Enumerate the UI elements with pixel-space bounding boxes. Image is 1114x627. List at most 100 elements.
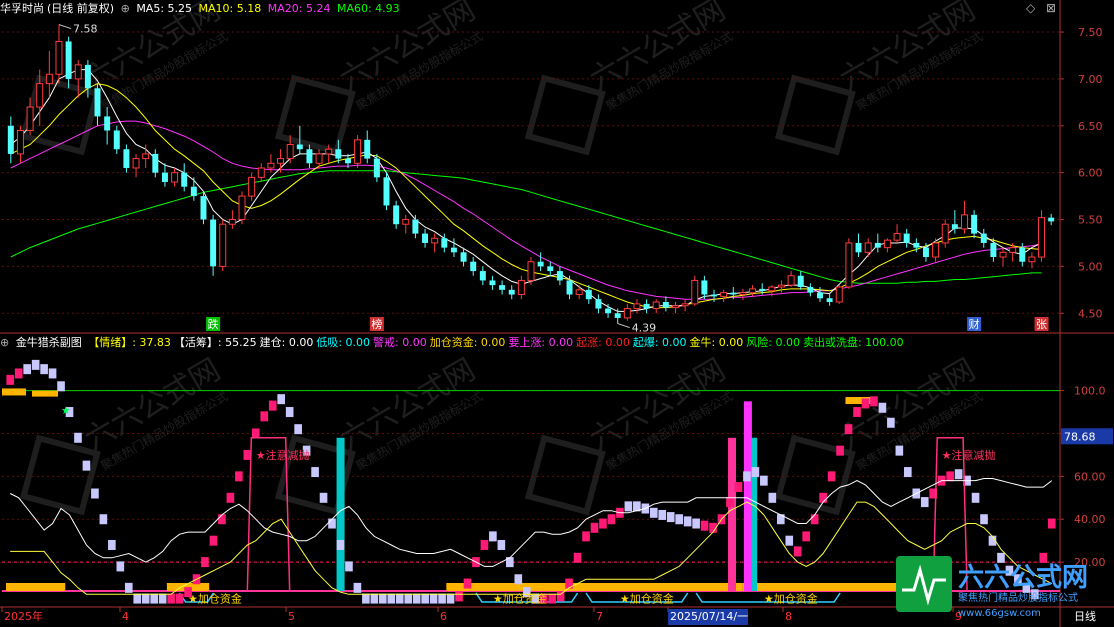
step-block — [497, 539, 506, 550]
step-block — [844, 424, 853, 435]
candle-body-down — [383, 177, 390, 206]
candle-body-up — [325, 148, 333, 155]
gear-icon[interactable]: ⊕ — [0, 336, 9, 349]
step-block — [429, 593, 438, 604]
close-icon[interactable]: ⊠ — [1046, 1, 1056, 15]
step-block — [853, 407, 861, 418]
step-block — [99, 514, 108, 525]
step-block — [675, 514, 683, 525]
step-block — [201, 557, 209, 568]
step-block — [683, 516, 692, 527]
last-value-label: 78.68 — [1064, 430, 1096, 443]
step-block — [666, 512, 675, 523]
candle-body-up — [132, 158, 140, 169]
step-block — [116, 561, 125, 572]
candle-body-up — [623, 308, 631, 319]
signal-text: ★加仓资金 — [764, 592, 818, 606]
candle-body-up — [999, 251, 1007, 258]
candle-body-up — [354, 139, 362, 164]
step-block — [548, 593, 556, 604]
step-block — [624, 501, 633, 512]
candle-body-up — [55, 40, 63, 75]
step-block — [920, 497, 929, 508]
step-block — [412, 593, 421, 604]
candle-body-down — [614, 313, 621, 318]
y-tick-label: 4.50 — [1078, 307, 1103, 320]
step-block — [980, 514, 988, 525]
step-block — [954, 469, 963, 480]
candle-body-down — [441, 238, 448, 248]
candle-body-up — [893, 233, 901, 241]
step-block — [734, 482, 743, 493]
y-tick-label: 5.00 — [1078, 260, 1103, 273]
ma5-label: MA5: 5.25 — [136, 2, 193, 15]
candle-body-up — [681, 303, 689, 307]
step-block — [421, 593, 429, 604]
candle-body-up — [652, 301, 660, 310]
candle-body-up — [431, 237, 439, 244]
chart-root: 六六公式网 聚焦热门精品炒股指标公式 六六公式网 聚焦热门精品炒股指标公式 六六公式网聚… — [0, 0, 1114, 627]
step-block — [455, 591, 463, 602]
step-block — [997, 552, 1005, 563]
x-tick-label: 5 — [288, 610, 295, 623]
candle-body-up — [777, 284, 785, 288]
candle-body-down — [306, 149, 313, 164]
candle-body-down — [1019, 247, 1026, 262]
candle-body-down — [470, 261, 477, 272]
event-marker-label: 张 — [1036, 318, 1047, 331]
step-block — [243, 449, 252, 460]
sub-y-tick-label: 60.00 — [1074, 470, 1106, 483]
candle-body-down — [797, 275, 804, 288]
indicator-value: 低吸: 0.00 — [316, 336, 371, 349]
event-marker-label: 榜 — [371, 317, 382, 331]
step-block — [607, 514, 616, 525]
step-block — [82, 460, 91, 471]
candle-body-down — [903, 233, 910, 243]
step-block — [319, 492, 328, 503]
signal-text: ★注意减抛 — [256, 448, 310, 462]
sub-header: ⊕ 金牛猎杀副图 【情绪】: 37.83 【活筹】: 55.25 建仓: 0.00 低… — [0, 334, 910, 352]
period-tag: 日线 — [1074, 609, 1096, 623]
candle-body-down — [711, 294, 718, 297]
indicator-title[interactable]: 金牛猎杀副图 — [16, 336, 82, 349]
step-block — [700, 520, 709, 531]
signal-star: ★ — [61, 404, 71, 417]
high-annotation: 7.58 — [73, 23, 98, 36]
step-block — [336, 539, 345, 550]
diamond-icon[interactable]: ◇ — [1026, 1, 1035, 15]
candle-body-down — [152, 153, 159, 173]
step-block — [760, 475, 768, 486]
kline-chart[interactable]: 六六公式网聚焦热门精品炒股指标公式 六六公式网聚焦热门精品炒股指标公式 六六公式网聚… — [0, 0, 1114, 627]
candle-body-up — [633, 303, 641, 310]
step-block — [404, 593, 413, 604]
candle-body-up — [527, 261, 535, 281]
candle-body-up — [219, 223, 227, 267]
candle-body-up — [248, 176, 256, 197]
step-block — [395, 593, 404, 604]
main-header: 华孚时尚 (日线 前复权) ⊕ MA5: 5.25 MA10: 5.18 MA20… — [0, 0, 403, 18]
step-block — [353, 582, 362, 593]
step-block — [438, 593, 446, 604]
x-tick-label: 6 — [440, 610, 447, 623]
step-block — [480, 539, 489, 550]
step-block — [1039, 552, 1048, 563]
step-block — [209, 535, 218, 546]
candle-body-up — [864, 242, 872, 253]
indicator-value: 卖出或洗盘: 100.00 — [802, 336, 904, 349]
signal-text: ★加仓资金 — [620, 592, 674, 606]
candle-body-up — [16, 129, 24, 155]
candle-body-down — [980, 233, 987, 243]
candle-body-up — [883, 239, 891, 249]
step-block — [23, 364, 31, 375]
step-block — [810, 514, 819, 525]
candle-body-down — [605, 308, 612, 314]
symbol-name[interactable]: 华孚时尚 — [0, 2, 44, 15]
brand-url: www.66gsw.com — [958, 608, 1041, 619]
step-block — [692, 518, 700, 529]
gear-icon[interactable]: ⊕ — [121, 2, 130, 15]
step-block — [277, 394, 286, 405]
accumulation-bar — [446, 583, 743, 591]
step-block — [971, 492, 980, 503]
candle-body-down — [296, 144, 303, 150]
candle-body-up — [228, 219, 236, 225]
